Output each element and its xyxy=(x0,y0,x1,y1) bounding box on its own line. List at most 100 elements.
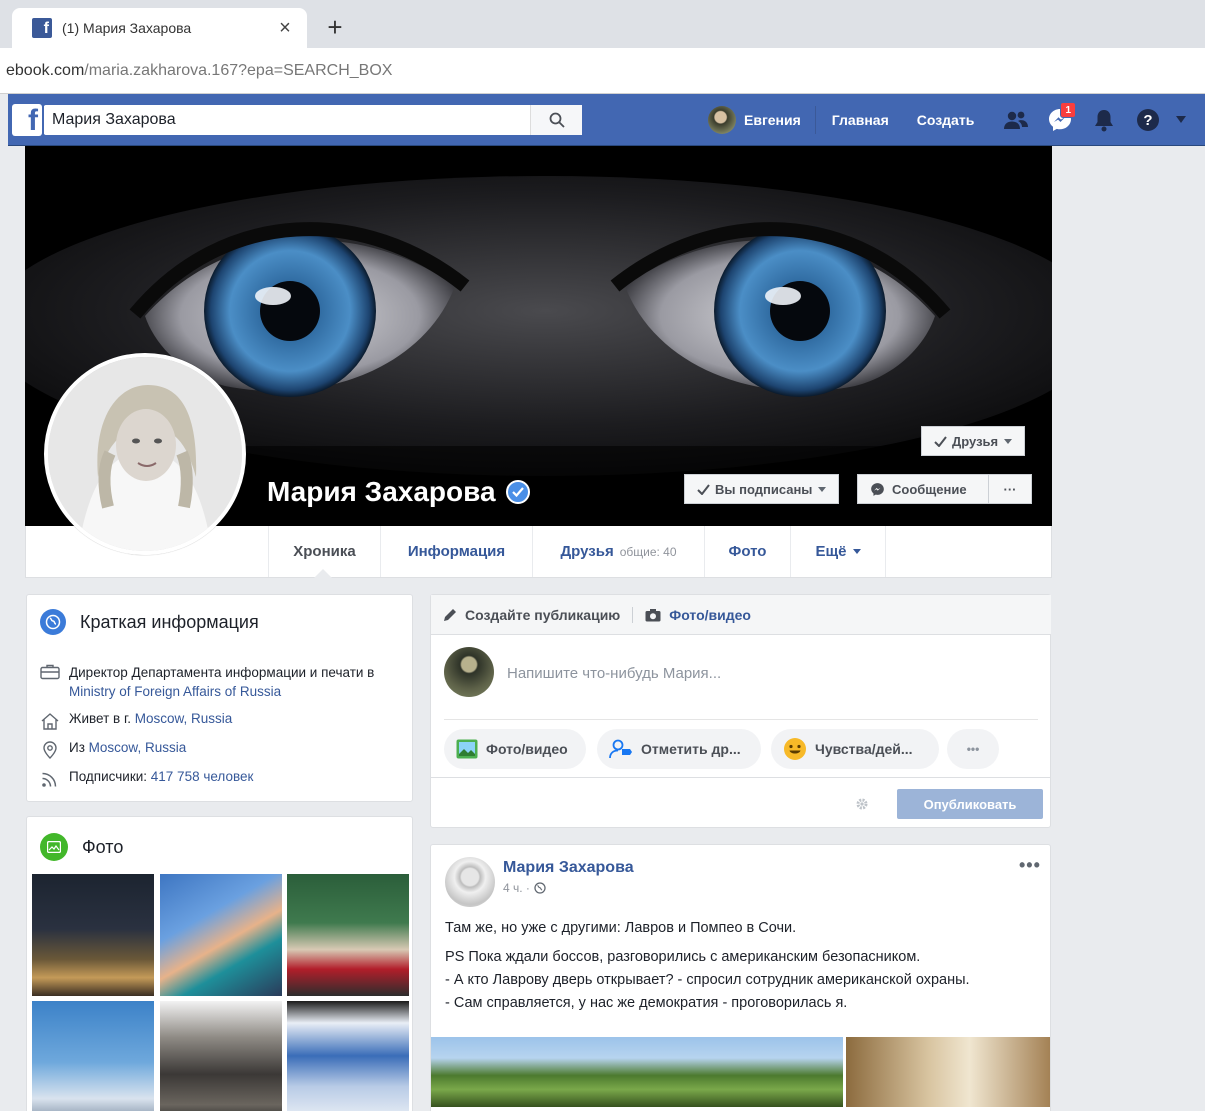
message-button[interactable]: Сообщение xyxy=(857,474,989,504)
intro-followers-link[interactable]: 417 758 человек xyxy=(151,769,254,784)
tab-friends[interactable]: Друзья общие: 40 xyxy=(532,526,704,577)
more-options-button[interactable]: ··· xyxy=(988,474,1032,504)
post-text-line: - Сам справляется, у нас же демократия -… xyxy=(445,995,848,1011)
nav-right-group: Евгения Главная Создать 1 ? xyxy=(708,94,1192,146)
new-tab-icon[interactable]: + xyxy=(322,12,348,42)
post-author-name[interactable]: Мария Захарова xyxy=(503,859,634,877)
profile-portrait-image xyxy=(48,357,242,551)
photo-video-tab[interactable]: Фото/видео xyxy=(645,607,751,623)
facebook-favicon-icon: f xyxy=(32,18,52,38)
friends-icon xyxy=(1004,111,1029,129)
messenger-button[interactable]: 1 xyxy=(1038,94,1082,146)
verified-badge-icon xyxy=(505,480,530,504)
intro-work-text: Директор Департамента информации и печат… xyxy=(69,665,375,680)
photo-thumbnail[interactable] xyxy=(160,1001,282,1111)
nav-create-link[interactable]: Создать xyxy=(903,112,995,128)
search-input[interactable] xyxy=(44,106,530,134)
help-icon: ? xyxy=(1137,109,1160,131)
photo-thumbnail[interactable] xyxy=(160,874,282,996)
tab-more[interactable]: Ещё xyxy=(790,526,886,577)
more-composer-options-button[interactable]: ••• xyxy=(947,729,999,769)
messenger-icon xyxy=(871,482,884,496)
photo-thumbnail[interactable] xyxy=(287,874,409,996)
publish-button[interactable]: Опубликовать xyxy=(897,789,1043,819)
profile-name[interactable]: Мария Захарова xyxy=(267,476,530,508)
tag-friends-button[interactable]: Отметить др... xyxy=(597,729,761,769)
friend-requests-button[interactable] xyxy=(994,94,1038,146)
tag-friends-label: Отметить др... xyxy=(641,741,741,757)
add-photo-video-button[interactable]: Фото/видео xyxy=(444,729,586,769)
photo-thumbnail[interactable] xyxy=(287,1001,409,1111)
facebook-top-nav: f Евгения Главная Создать 1 ? xyxy=(8,94,1205,146)
tab-about[interactable]: Информация xyxy=(380,526,532,577)
friends-status-label: Друзья xyxy=(952,433,999,449)
intro-lives-link[interactable]: Moscow, Russia xyxy=(135,711,233,726)
address-bar[interactable]: ebook.com/maria.zakharova.167?epa=SEARCH… xyxy=(0,48,1205,94)
following-label: Вы подписаны xyxy=(715,481,813,497)
bell-icon xyxy=(1095,110,1114,132)
caret-down-icon xyxy=(1004,438,1013,444)
nav-user-link[interactable]: Евгения xyxy=(708,106,816,134)
profile-picture[interactable] xyxy=(44,353,246,555)
composer-header: Создайте публикацию Фото/видео xyxy=(431,595,1051,635)
facebook-logo-icon[interactable]: f xyxy=(12,104,42,136)
add-photo-label: Фото/видео xyxy=(486,741,568,757)
post-text: Там же, но уже с другими: Лавров и Помпе… xyxy=(445,917,1041,1015)
intro-from-text: Из xyxy=(69,740,85,755)
tab-close-icon[interactable]: × xyxy=(273,17,297,40)
gear-icon[interactable] xyxy=(855,797,869,811)
following-button[interactable]: Вы подписаны xyxy=(684,474,840,504)
composer-card: Создайте публикацию Фото/видео Напишите … xyxy=(430,594,1051,828)
notifications-button[interactable] xyxy=(1082,94,1126,146)
browser-tab-bar: f (1) Мария Захарова × + xyxy=(0,0,1205,48)
search-button[interactable] xyxy=(530,105,582,135)
tab-photos[interactable]: Фото xyxy=(704,526,790,577)
photo-thumbnail[interactable] xyxy=(32,1001,154,1111)
tab-about-label: Информация xyxy=(407,543,506,560)
photo-thumbnail[interactable] xyxy=(32,874,154,996)
intro-from-link[interactable]: Moscow, Russia xyxy=(89,740,187,755)
composer-divider xyxy=(632,606,634,623)
photo-icon xyxy=(456,739,478,759)
intro-followers-text: Подписчики: xyxy=(69,769,148,784)
tab-timeline-label: Хроника xyxy=(293,543,356,560)
composer-input[interactable]: Напишите что-нибудь Мария... xyxy=(507,665,721,682)
intro-card: Краткая информация Директор Департамента… xyxy=(26,594,413,802)
globe-icon xyxy=(40,609,66,635)
help-button[interactable]: ? xyxy=(1126,94,1170,146)
profile-name-text: Мария Захарова xyxy=(267,476,496,507)
globe-icon xyxy=(534,882,546,894)
create-post-tab[interactable]: Создайте публикацию xyxy=(465,607,620,623)
photos-title: Фото xyxy=(82,836,124,857)
browser-tab[interactable]: f (1) Мария Захарова × xyxy=(12,8,307,48)
intro-header: Краткая информация xyxy=(40,609,259,635)
tag-people-icon xyxy=(609,739,633,759)
post-photo[interactable] xyxy=(431,1037,843,1107)
smiley-icon xyxy=(783,737,807,761)
nav-home-link[interactable]: Главная xyxy=(816,112,903,128)
post-photo[interactable] xyxy=(846,1037,1050,1107)
url-host: ebook.com xyxy=(6,62,85,79)
url-text[interactable]: ebook.com/maria.zakharova.167?epa=SEARCH… xyxy=(6,62,392,80)
post-author-avatar[interactable] xyxy=(445,857,495,907)
check-icon xyxy=(697,483,710,495)
intro-lives-text: Живет в г. xyxy=(69,711,131,726)
post-text-line: - А кто Лаврову дверь открывает? - спрос… xyxy=(445,972,970,988)
tab-photos-label: Фото xyxy=(728,543,767,560)
pencil-icon xyxy=(444,608,456,621)
camera-icon xyxy=(645,608,661,621)
messages-badge: 1 xyxy=(1060,102,1077,118)
feeling-activity-button[interactable]: Чувства/дей... xyxy=(771,729,939,769)
post-timestamp[interactable]: 4 ч. · xyxy=(503,881,546,895)
account-menu-button[interactable] xyxy=(1170,94,1192,146)
intro-work-row: Директор Департамента информации и печат… xyxy=(39,663,399,701)
photo-icon xyxy=(40,833,68,861)
intro-work-link[interactable]: Ministry of Foreign Affairs of Russia xyxy=(69,684,281,699)
post-options-icon[interactable]: ••• xyxy=(1019,855,1041,876)
composer-bottom-divider xyxy=(431,777,1051,778)
friends-status-button[interactable]: Друзья xyxy=(921,426,1026,456)
photos-header[interactable]: Фото xyxy=(40,833,123,861)
intro-followers-row: Подписчики: 417 758 человек xyxy=(39,769,253,788)
search-box[interactable] xyxy=(44,105,582,135)
intro-from-row: Из Moscow, Russia xyxy=(39,740,186,759)
